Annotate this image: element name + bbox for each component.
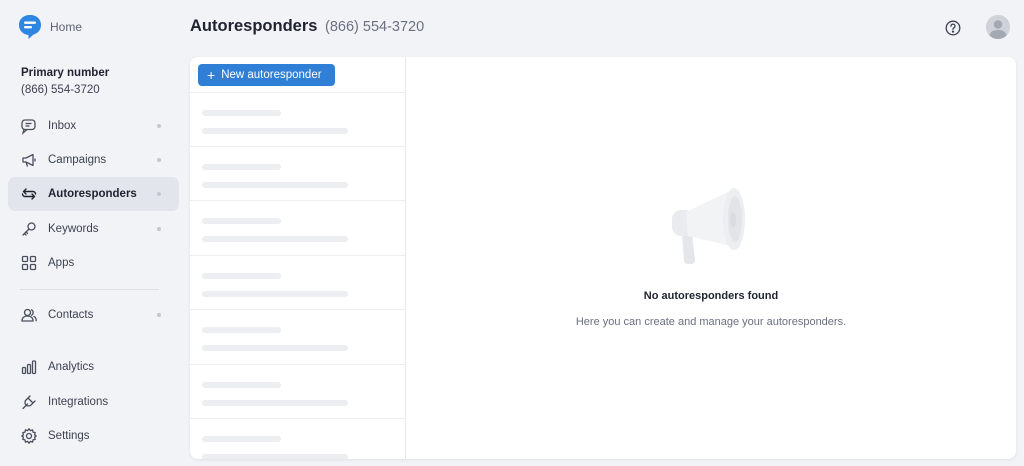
status-dot bbox=[157, 124, 161, 128]
plug-icon bbox=[20, 393, 38, 411]
sidebar-item-label: Settings bbox=[48, 430, 90, 442]
placeholder-line bbox=[202, 218, 281, 224]
sidebar-item-contacts[interactable]: Contacts bbox=[8, 298, 179, 332]
placeholder-line bbox=[202, 400, 348, 406]
inbox-icon bbox=[20, 117, 38, 135]
gear-icon bbox=[20, 427, 38, 445]
sidebar-item-settings[interactable]: Settings bbox=[8, 419, 179, 453]
status-dot bbox=[157, 313, 161, 317]
sidebar-item-label: Analytics bbox=[48, 361, 95, 373]
sidebar-item-keywords[interactable]: Keywords bbox=[8, 212, 179, 246]
primary-number-value: (866) 554-3720 bbox=[21, 84, 100, 96]
sidebar-item-inbox[interactable]: Inbox bbox=[8, 109, 179, 143]
megaphone-icon bbox=[20, 151, 38, 169]
page-title-text: Autoresponders bbox=[190, 17, 318, 35]
primary-number-block: Primary number (866) 554-3720 bbox=[21, 67, 109, 96]
home-label: Home bbox=[50, 20, 83, 34]
home-link[interactable]: Home bbox=[18, 14, 82, 40]
help-icon[interactable] bbox=[944, 19, 962, 37]
placeholder-row bbox=[190, 146, 406, 200]
placeholder-row bbox=[190, 200, 406, 254]
placeholder-line bbox=[202, 164, 281, 170]
sidebar-item-label: Inbox bbox=[48, 120, 77, 132]
page-subtitle-number: (866) 554-3720 bbox=[325, 19, 425, 35]
new-autoresponder-label: New autoresponder bbox=[221, 69, 322, 81]
placeholder-row bbox=[190, 309, 406, 363]
sidebar-item-analytics[interactable]: Analytics bbox=[8, 350, 179, 384]
megaphone-illustration bbox=[664, 182, 754, 268]
sidebar: Home Primary number (866) 554-3720 Inbox bbox=[0, 0, 188, 466]
empty-state-description: Here you can create and manage your auto… bbox=[575, 316, 847, 328]
primary-number-label: Primary number bbox=[21, 67, 110, 79]
user-avatar-icon[interactable] bbox=[986, 15, 1010, 39]
placeholder-line bbox=[202, 182, 348, 188]
placeholder-line bbox=[202, 345, 348, 351]
status-dot bbox=[157, 158, 161, 162]
placeholder-row bbox=[190, 418, 406, 459]
app-logo-icon bbox=[18, 14, 42, 40]
empty-state: No autoresponders found Here you can cre… bbox=[406, 57, 1016, 459]
main-card: + New autoresponder No autoresponders fo… bbox=[190, 57, 1016, 459]
placeholder-line bbox=[202, 273, 281, 279]
analytics-icon bbox=[20, 358, 38, 376]
sidebar-item-label: Contacts bbox=[48, 309, 94, 321]
sidebar-item-apps[interactable]: Apps bbox=[8, 246, 179, 280]
placeholder-line bbox=[202, 291, 348, 297]
placeholder-line bbox=[202, 236, 348, 242]
sidebar-item-label: Integrations bbox=[48, 396, 109, 408]
placeholder-line bbox=[202, 454, 348, 459]
sidebar-item-campaigns[interactable]: Campaigns bbox=[8, 143, 179, 177]
sidebar-divider bbox=[20, 289, 159, 290]
placeholder-line bbox=[202, 128, 348, 134]
autoresponder-icon bbox=[20, 185, 38, 203]
placeholder-line bbox=[202, 110, 281, 116]
sidebar-item-integrations[interactable]: Integrations bbox=[8, 385, 179, 419]
placeholder-line bbox=[202, 327, 281, 333]
sidebar-item-label: Keywords bbox=[48, 223, 99, 235]
autoresponder-list: + New autoresponder bbox=[190, 57, 406, 459]
placeholder-row bbox=[190, 364, 406, 418]
placeholder-row bbox=[190, 92, 406, 146]
sidebar-item-label: Autoresponders bbox=[48, 188, 137, 200]
placeholder-line bbox=[202, 382, 281, 388]
new-autoresponder-button[interactable]: + New autoresponder bbox=[198, 64, 335, 86]
page-title: Autoresponders (866) 554-3720 bbox=[190, 17, 424, 36]
plus-icon: + bbox=[207, 67, 216, 83]
placeholder-row bbox=[190, 255, 406, 309]
status-dot bbox=[157, 227, 161, 231]
sidebar-item-autoresponders[interactable]: Autoresponders bbox=[8, 177, 179, 211]
contacts-icon bbox=[20, 306, 38, 324]
sidebar-item-label: Apps bbox=[48, 257, 75, 269]
apps-grid-icon bbox=[20, 254, 38, 272]
placeholder-line bbox=[202, 436, 281, 442]
status-dot bbox=[157, 192, 161, 196]
key-icon bbox=[20, 220, 38, 238]
empty-state-title: No autoresponders found bbox=[643, 290, 779, 302]
sidebar-item-label: Campaigns bbox=[48, 154, 107, 166]
